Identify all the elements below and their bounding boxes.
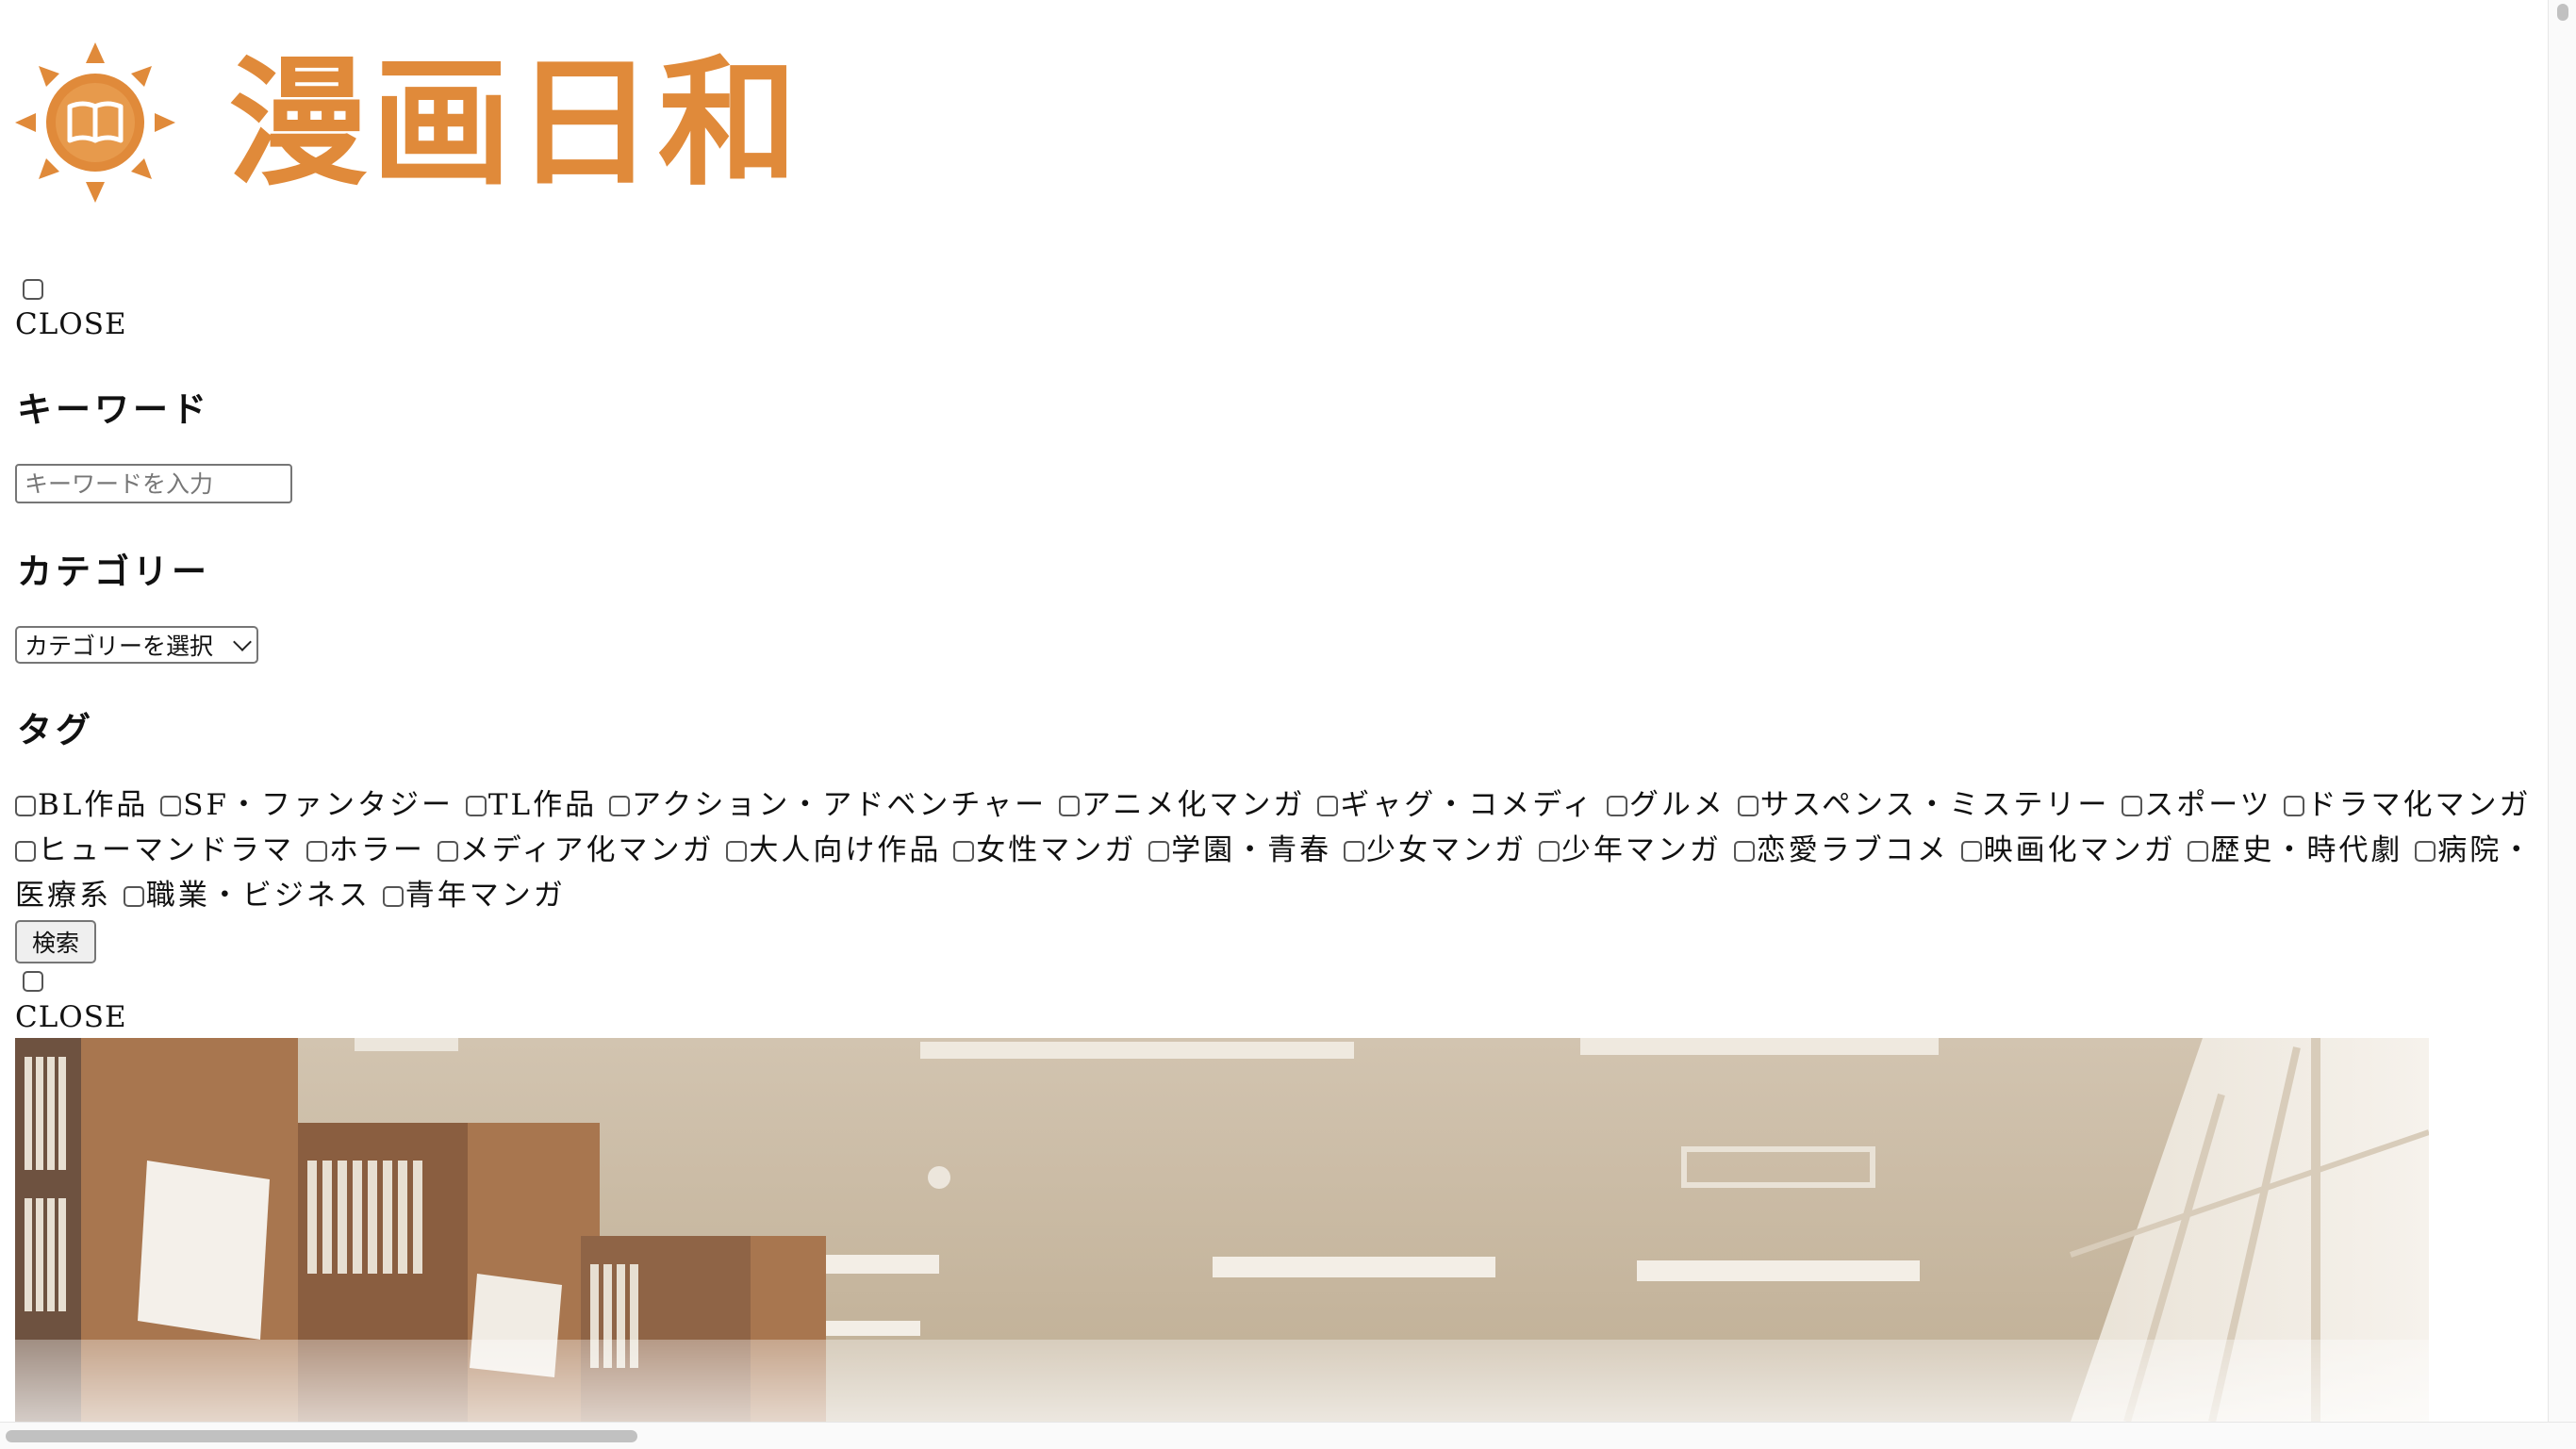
menu-toggle-checkbox[interactable]	[23, 279, 43, 300]
tag-option[interactable]: 大人向け作品	[726, 833, 941, 867]
tag-option[interactable]: アクション・アドベンチャー	[608, 788, 1047, 822]
tag-label[interactable]: 歴史・時代劇	[2210, 833, 2403, 867]
tag-option[interactable]: ホラー	[305, 833, 425, 867]
tag-option[interactable]: ヒューマンドラマ	[15, 833, 294, 867]
tag-option[interactable]: アニメ化マンガ	[1058, 788, 1305, 822]
tag-checkbox[interactable]	[1317, 796, 1339, 816]
tag-label[interactable]: SF・ファンタジー	[183, 788, 454, 822]
chevron-down-icon	[233, 633, 252, 651]
tag-option[interactable]: ドラマ化マンガ	[2284, 788, 2531, 822]
tag-option[interactable]: 映画化マンガ	[1960, 833, 2176, 867]
tag-option[interactable]: 少年マンガ	[1538, 833, 1722, 867]
tag-heading: タグ	[17, 709, 94, 750]
tag-checkbox[interactable]	[123, 886, 144, 907]
tag-option[interactable]: BL作品	[15, 788, 148, 822]
tag-label[interactable]: ギャグ・コメディ	[1340, 788, 1594, 822]
tag-label[interactable]: 女性マンガ	[976, 833, 1136, 867]
category-select[interactable]: カテゴリーを選択	[15, 626, 258, 664]
tag-checkbox[interactable]	[160, 796, 182, 816]
tag-option[interactable]: 少女マンガ	[1344, 833, 1527, 867]
tag-checkbox[interactable]	[2284, 796, 2305, 816]
tag-label[interactable]: 映画化マンガ	[1984, 833, 2176, 867]
search-button[interactable]: 検索	[15, 920, 96, 963]
tag-checkbox[interactable]	[1538, 841, 1560, 862]
tag-option[interactable]: 歴史・時代劇	[2188, 833, 2403, 867]
tag-checkbox[interactable]	[953, 841, 975, 862]
tag-option[interactable]: グルメ	[1606, 788, 1726, 822]
tag-checkbox[interactable]	[15, 796, 36, 816]
horizontal-scrollbar[interactable]	[0, 1422, 2576, 1449]
tag-checkbox[interactable]	[437, 841, 458, 862]
tag-checkbox[interactable]	[1606, 796, 1627, 816]
tag-list: BL作品 SF・ファンタジー TL作品 アクション・アドベンチャー アニメ化マン…	[15, 782, 2535, 918]
tag-checkbox[interactable]	[1737, 796, 1759, 816]
vertical-scrollbar[interactable]	[2548, 0, 2576, 1422]
keyword-input[interactable]	[15, 464, 292, 503]
tag-label[interactable]: 大人向け作品	[749, 833, 941, 867]
tag-checkbox[interactable]	[382, 886, 404, 907]
sun-book-logo-icon	[15, 42, 175, 203]
tag-option[interactable]: ギャグ・コメディ	[1317, 788, 1594, 822]
tag-option[interactable]: 恋愛ラブコメ	[1733, 833, 1949, 867]
tag-label[interactable]: 学園・青春	[1171, 833, 1331, 867]
tag-label[interactable]: メディア化マンガ	[460, 833, 715, 867]
tag-checkbox[interactable]	[465, 796, 487, 816]
tag-checkbox[interactable]	[1058, 796, 1080, 816]
tag-label[interactable]: 恋愛ラブコメ	[1757, 833, 1949, 867]
library-interior-image	[15, 1038, 2429, 1422]
tag-checkbox[interactable]	[1344, 841, 1364, 862]
site-logo[interactable]: 漫画日和	[15, 38, 801, 207]
menu-toggle-checkbox-2[interactable]	[23, 971, 43, 992]
close-label-2[interactable]: CLOSE	[15, 1000, 127, 1034]
keyword-heading: キーワード	[17, 388, 210, 430]
tag-option[interactable]: メディア化マンガ	[437, 833, 715, 867]
tag-label[interactable]: スポーツ	[2144, 788, 2271, 822]
tag-option[interactable]: 職業・ビジネス	[123, 879, 371, 913]
category-select-value: カテゴリーを選択	[25, 633, 214, 660]
tag-checkbox[interactable]	[1733, 841, 1755, 862]
close-label[interactable]: CLOSE	[15, 307, 127, 341]
tag-label[interactable]: BL作品	[38, 788, 148, 822]
tag-checkbox[interactable]	[608, 796, 630, 816]
tag-checkbox[interactable]	[2188, 841, 2209, 862]
tag-option[interactable]: 青年マンガ	[382, 879, 566, 913]
tag-checkbox[interactable]	[2415, 841, 2436, 862]
tag-label[interactable]: アクション・アドベンチャー	[632, 788, 1047, 822]
site-title: 漫画日和	[228, 41, 801, 205]
tag-label[interactable]: アニメ化マンガ	[1082, 788, 1305, 822]
vertical-scrollbar-thumb[interactable]	[2557, 4, 2568, 21]
tag-option[interactable]: スポーツ	[2122, 788, 2271, 822]
tag-option[interactable]: 女性マンガ	[953, 833, 1136, 867]
tag-option[interactable]: サスペンス・ミステリー	[1737, 788, 2110, 822]
tag-label[interactable]: 少女マンガ	[1366, 833, 1527, 867]
tag-label[interactable]: ホラー	[329, 833, 425, 867]
tag-label[interactable]: 青年マンガ	[405, 879, 566, 913]
tag-label[interactable]: 少年マンガ	[1561, 833, 1722, 867]
tag-label[interactable]: ドラマ化マンガ	[2306, 788, 2531, 822]
tag-label[interactable]: TL作品	[488, 788, 597, 822]
tag-label[interactable]: 職業・ビジネス	[146, 879, 371, 913]
tag-checkbox[interactable]	[15, 841, 36, 862]
category-heading: カテゴリー	[17, 551, 210, 592]
horizontal-scrollbar-thumb[interactable]	[6, 1430, 637, 1442]
tag-checkbox[interactable]	[726, 841, 748, 862]
page-viewport: 漫画日和 CLOSE キーワード カテゴリー カテゴリーを選択 タグ BL作品 …	[0, 0, 2548, 1422]
tag-checkbox[interactable]	[1148, 841, 1170, 862]
tag-checkbox[interactable]	[305, 841, 327, 862]
tag-checkbox[interactable]	[2122, 796, 2143, 816]
tag-label[interactable]: グルメ	[1629, 788, 1726, 822]
tag-option[interactable]: SF・ファンタジー	[160, 788, 454, 822]
tag-option[interactable]: TL作品	[465, 788, 597, 822]
tag-option[interactable]: 学園・青春	[1148, 833, 1331, 867]
tag-label[interactable]: サスペンス・ミステリー	[1760, 788, 2110, 822]
tag-checkbox[interactable]	[1960, 841, 1982, 862]
tag-label[interactable]: ヒューマンドラマ	[38, 833, 294, 867]
